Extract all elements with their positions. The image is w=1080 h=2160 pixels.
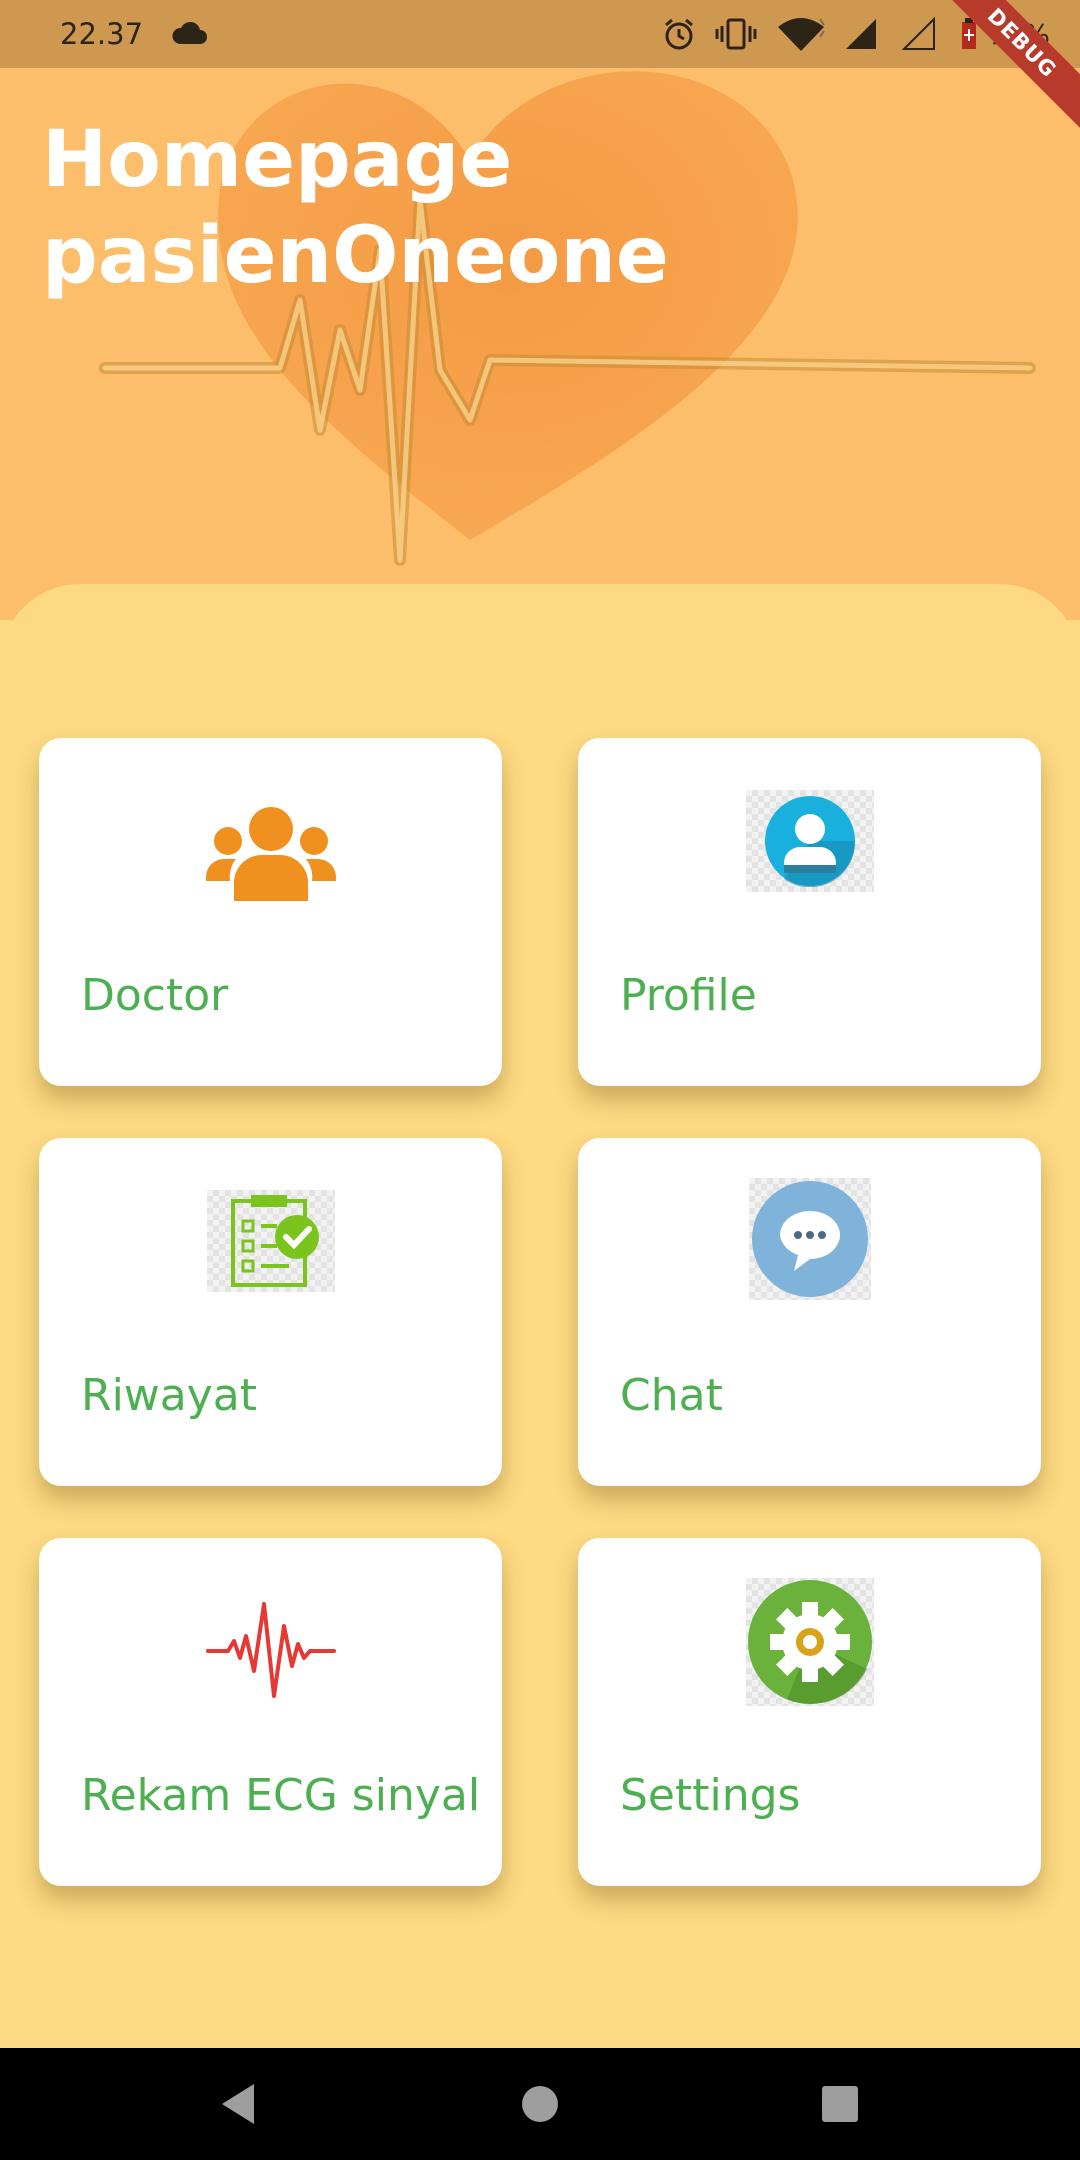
- vibrate-icon: [715, 18, 757, 50]
- page-title: Homepage pasienOneone: [42, 112, 842, 304]
- settings-label: Settings: [620, 1770, 801, 1821]
- profile-avatar-icon: [745, 790, 874, 892]
- cloud-icon: [172, 21, 207, 44]
- recents-square-icon: [822, 2086, 858, 2122]
- back-triangle-icon: [222, 2084, 254, 2124]
- status-bar: 22.37: [0, 0, 1080, 68]
- alarm-icon: [664, 18, 693, 50]
- doctor-group-icon: [205, 786, 336, 916]
- home-circle-icon: [522, 2086, 558, 2122]
- chat-bubble-icon: [748, 1178, 871, 1300]
- checklist-icon: [206, 1190, 335, 1292]
- heart-ecg-background-icon: [99, 71, 1036, 566]
- doctor-card[interactable]: Doctor: [39, 738, 502, 1086]
- ecg-card[interactable]: Rekam ECG sinyal: [39, 1538, 502, 1886]
- ecg-label: Rekam ECG sinyal: [81, 1770, 481, 1821]
- chat-card[interactable]: Chat: [578, 1138, 1041, 1486]
- page-title-line1: Homepage: [42, 115, 513, 205]
- page-title-line2: pasienOneone: [42, 211, 669, 301]
- wifi-icon: [777, 18, 825, 51]
- cell-signal-icon: [845, 19, 876, 49]
- profile-card[interactable]: Profile: [578, 738, 1041, 1086]
- settings-gear-icon: [745, 1578, 874, 1706]
- ecg-signal-icon: [205, 1586, 336, 1716]
- doctor-label: Doctor: [81, 970, 229, 1021]
- riwayat-label: Riwayat: [81, 1370, 257, 1421]
- chat-label: Chat: [620, 1370, 723, 1421]
- menu-panel: Doctor Profile Riwayat Chat Rekam ECG si…: [0, 584, 1080, 2048]
- riwayat-card[interactable]: Riwayat: [39, 1138, 502, 1486]
- cell-signal-empty-icon: [901, 17, 935, 50]
- system-nav-bar: [0, 2048, 1080, 2160]
- status-time: 22.37: [60, 17, 144, 51]
- home-button[interactable]: [516, 2080, 564, 2128]
- profile-label: Profile: [620, 970, 757, 1021]
- back-button[interactable]: [214, 2080, 262, 2128]
- settings-card[interactable]: Settings: [578, 1538, 1041, 1886]
- recents-button[interactable]: [816, 2080, 864, 2128]
- app-screen: 22.37 DEBUG Homepage pasienOneone Doctor…: [0, 0, 1080, 2160]
- hero-banner: 22.37 DEBUG Homepage pasienOneone: [0, 0, 1080, 620]
